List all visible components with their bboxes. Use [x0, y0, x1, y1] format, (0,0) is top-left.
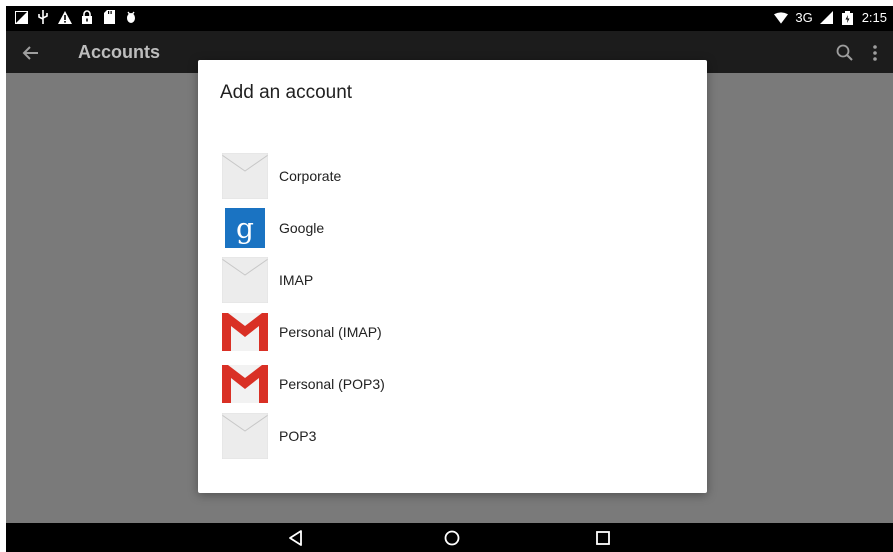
recents-square-icon[interactable] [592, 527, 614, 549]
add-account-dialog: Add an account Corporate g Google IMAP P… [198, 60, 707, 493]
sd-card-icon [102, 10, 116, 24]
page-title: Accounts [78, 42, 161, 62]
account-label: Personal (POP3) [279, 376, 385, 392]
account-item-google[interactable]: g Google [222, 202, 682, 254]
status-bar: 3G 2:15 [6, 6, 893, 31]
back-triangle-icon[interactable] [285, 527, 307, 549]
account-label: POP3 [279, 428, 317, 444]
screenshot-icon [14, 10, 28, 24]
account-label: Personal (IMAP) [279, 324, 382, 340]
dialog-title: Add an account [220, 82, 353, 103]
warning-icon [58, 10, 72, 24]
account-item-personal-imap[interactable]: Personal (IMAP) [222, 306, 682, 358]
account-item-imap[interactable]: IMAP [222, 254, 682, 306]
overflow-menu-icon[interactable] [865, 42, 885, 64]
account-label: Corporate [279, 168, 342, 184]
device-screen: 3G 2:15 Accounts Add an account Corporat… [6, 6, 893, 552]
usb-icon [36, 10, 50, 24]
envelope-icon [222, 153, 268, 199]
home-circle-icon[interactable] [441, 527, 463, 549]
envelope-icon [222, 413, 268, 459]
wifi-icon [774, 11, 789, 25]
account-type-list: Corporate g Google IMAP Personal (IMAP) [222, 150, 682, 462]
google-icon: g [222, 205, 268, 251]
gmail-icon [222, 309, 268, 355]
navigation-bar [6, 523, 893, 552]
search-icon[interactable] [835, 43, 855, 63]
clock: 2:15 [861, 10, 887, 25]
network-type-label: 3G [795, 10, 813, 25]
signal-icon [820, 11, 834, 25]
envelope-icon [222, 257, 268, 303]
battery-icon [841, 10, 855, 25]
system-status: 3G 2:15 [774, 10, 887, 25]
account-item-personal-pop3[interactable]: Personal (POP3) [222, 358, 682, 410]
gmail-icon [222, 361, 268, 407]
account-item-pop3[interactable]: POP3 [222, 410, 682, 462]
notification-icons [14, 10, 138, 24]
debug-icon [124, 10, 138, 24]
lock-icon [80, 10, 94, 24]
account-label: Google [279, 220, 325, 236]
account-label: IMAP [279, 272, 314, 288]
account-item-corporate[interactable]: Corporate [222, 150, 682, 202]
svg-text:g: g [236, 212, 254, 245]
back-arrow-icon[interactable] [20, 42, 42, 64]
